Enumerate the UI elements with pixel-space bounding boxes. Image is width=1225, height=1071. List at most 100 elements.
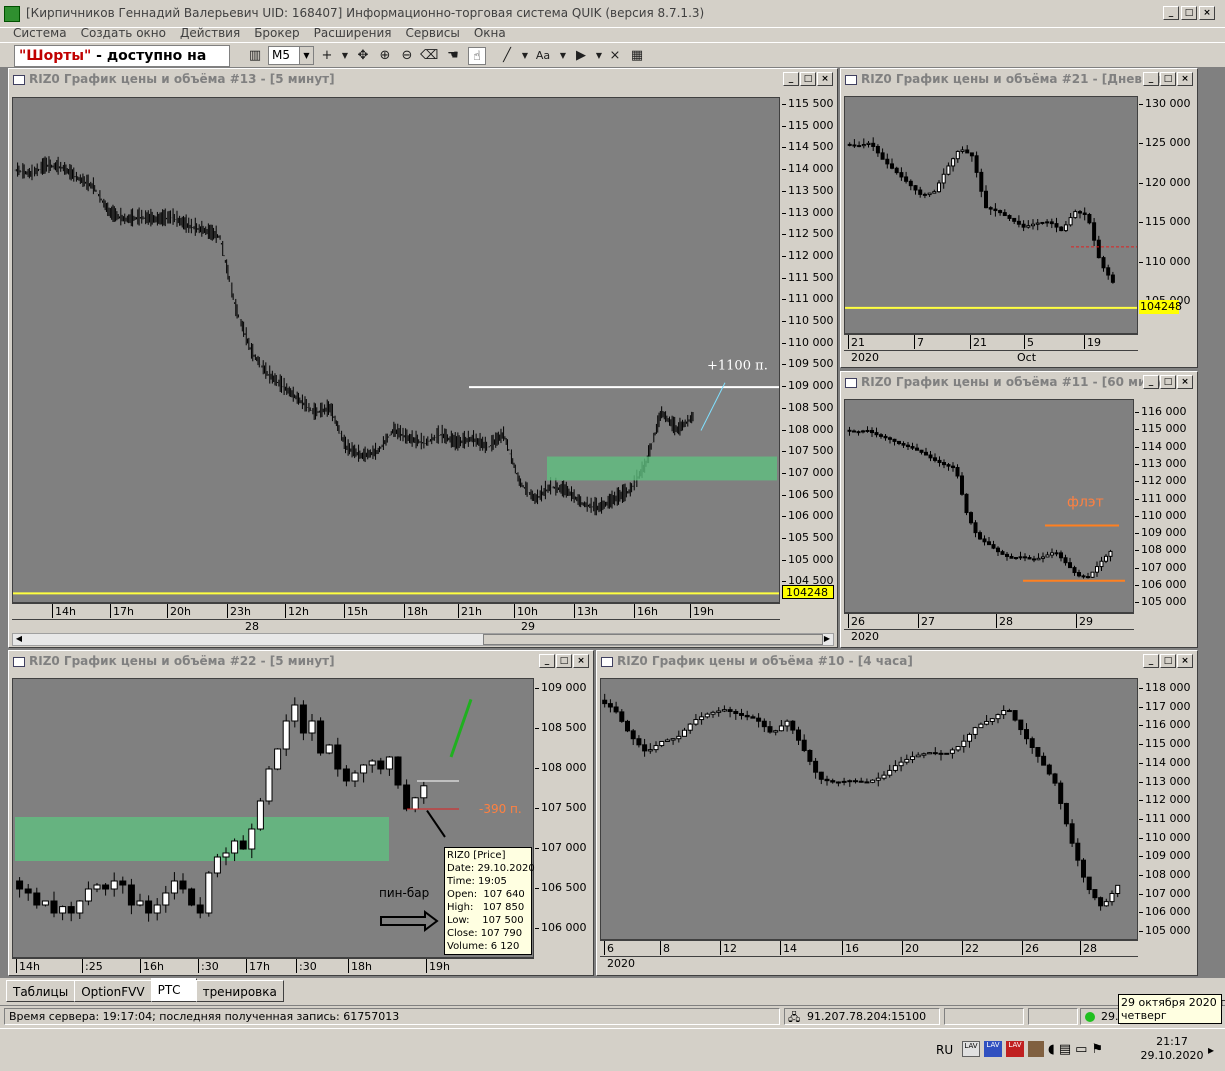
price-chart[interactable] — [600, 678, 1138, 940]
close-button[interactable]: × — [1177, 375, 1193, 389]
candle-tooltip: RIZ0 [Price] Date: 29.10.2020 Time: 19:05 O… — [444, 847, 535, 955]
language-indicator[interactable]: RU — [936, 1043, 953, 1057]
tab-training[interactable]: тренировка — [195, 980, 284, 1002]
flag-icon[interactable]: ⚑ — [1091, 1042, 1103, 1057]
close-button[interactable]: × — [1199, 6, 1215, 20]
y-tick-label: 105 000 — [788, 552, 834, 566]
y-tick-label: 110 000 — [1145, 254, 1191, 268]
hide-drawings-icon[interactable]: ⨯ — [606, 47, 624, 65]
candle-body — [299, 704, 307, 734]
candle-body — [955, 746, 961, 751]
y-tick-mark — [1135, 498, 1139, 500]
candle-body — [1058, 782, 1064, 804]
y-tick-label: 115 000 — [1145, 737, 1191, 751]
display-icon[interactable]: ▭ — [1075, 1042, 1087, 1057]
lav-icon[interactable]: LAV — [1006, 1041, 1024, 1057]
close-button[interactable]: × — [573, 654, 589, 668]
scroll-thumb[interactable] — [483, 634, 823, 645]
maximize-button[interactable]: □ — [1160, 654, 1176, 668]
clock-time: 21:17 — [1156, 1035, 1188, 1048]
menu-system[interactable]: Система — [6, 24, 74, 42]
menu-services[interactable]: Сервисы — [399, 24, 467, 42]
timeframe-select[interactable]: M5 ▼ — [268, 46, 314, 65]
chart-window-icon — [845, 378, 857, 388]
candle-body — [613, 706, 619, 713]
lav-icon[interactable]: LAV — [984, 1041, 1002, 1057]
minimize-button[interactable]: _ — [783, 72, 799, 86]
price-chart[interactable]: +1100 п. — [12, 97, 780, 603]
y-tick-mark — [1139, 182, 1143, 184]
network-icon[interactable]: ▤ — [1059, 1042, 1071, 1057]
candle-body — [901, 443, 906, 446]
y-tick-label: 109 000 — [1145, 849, 1191, 863]
text-tool-icon[interactable]: Aa — [534, 47, 552, 65]
x-tick-mark — [285, 604, 286, 618]
close-button[interactable]: × — [817, 72, 833, 86]
lav-icon[interactable]: LAV — [962, 1041, 980, 1057]
crosshair-icon[interactable]: + — [318, 47, 336, 65]
candle-body — [982, 538, 987, 543]
menu-windows[interactable]: Окна — [467, 24, 513, 42]
candle-body — [875, 145, 880, 154]
package-icon[interactable] — [1028, 1041, 1044, 1057]
y-tick-mark — [535, 688, 539, 689]
menu-broker[interactable]: Брокер — [247, 24, 306, 42]
maximize-button[interactable]: □ — [556, 654, 572, 668]
pointer-hand-icon[interactable]: ☝ — [468, 47, 486, 65]
price-chart-svg[interactable]: флэт — [845, 400, 1133, 612]
candle-body — [888, 437, 892, 440]
minimize-button[interactable]: _ — [1143, 72, 1159, 86]
price-chart-svg[interactable] — [601, 679, 1137, 939]
line-tool-icon[interactable]: ╱ — [498, 47, 516, 65]
maximize-button[interactable]: □ — [800, 72, 816, 86]
zoom-in-icon[interactable]: ⊕ — [376, 47, 394, 65]
minimize-button[interactable]: _ — [1163, 6, 1179, 20]
menu-create-window[interactable]: Создать окно — [74, 24, 173, 42]
shorts-button[interactable]: "Шорты" - доступно на СПБ — [14, 45, 230, 84]
tab-tables[interactable]: Таблицы — [6, 980, 76, 1002]
chevron-down-icon[interactable]: ▼ — [336, 47, 354, 65]
minimize-button[interactable]: _ — [1143, 654, 1159, 668]
minimize-button[interactable]: _ — [1143, 375, 1159, 389]
y-tick-mark — [535, 848, 539, 849]
taskbar-clock[interactable]: 21:17 29.10.2020 — [1140, 1035, 1204, 1063]
candle-body — [265, 768, 273, 802]
close-button[interactable]: × — [1177, 654, 1193, 668]
price-chart[interactable] — [844, 96, 1138, 334]
horizontal-scrollbar[interactable]: ◀ ▶ — [12, 633, 834, 646]
scroll-left-icon[interactable]: ◀ — [13, 634, 25, 645]
scroll-right-icon[interactable]: ▶ — [821, 634, 833, 645]
eraser-icon[interactable]: ⌫ — [420, 47, 438, 65]
y-tick-mark — [1139, 781, 1143, 783]
menu-actions[interactable]: Действия — [173, 24, 247, 42]
delete-drawings-icon[interactable]: ▦ — [628, 47, 646, 65]
move-icon[interactable]: ✥ — [354, 47, 372, 65]
candle-body — [852, 144, 857, 147]
zoom-out-icon[interactable]: ⊖ — [398, 47, 416, 65]
volume-icon[interactable]: ◖ — [1048, 1042, 1055, 1057]
maximize-button[interactable]: □ — [1160, 375, 1176, 389]
close-button[interactable]: × — [1177, 72, 1193, 86]
hand-icon[interactable]: ☚ — [444, 47, 462, 65]
chevron-down-icon[interactable]: ▼ — [516, 47, 534, 65]
maximize-button[interactable]: □ — [1160, 72, 1176, 86]
candle-body — [871, 142, 876, 147]
chevron-down-icon[interactable]: ▼ — [554, 47, 572, 65]
candle-body — [1063, 802, 1069, 825]
candle-body — [946, 165, 951, 175]
app-title: [Кирпичников Геннадий Валерьевич UID: 16… — [26, 6, 705, 20]
y-axis: 109 000 108 500 108 000 107 500 107 000 106 5… — [535, 678, 591, 958]
candle-body — [988, 207, 993, 210]
minimize-button[interactable]: _ — [539, 654, 555, 668]
marker-icon[interactable]: ▶ — [572, 47, 590, 65]
price-chart[interactable]: флэт — [844, 399, 1134, 613]
show-desktop-icon[interactable]: ▸ — [1208, 1043, 1214, 1057]
chart-icon[interactable]: ▥ — [246, 47, 264, 65]
tab-optionfvv[interactable]: OptionFVV — [74, 980, 152, 1002]
price-chart-svg[interactable]: +1100 п. — [13, 98, 779, 602]
candle-body — [951, 465, 955, 469]
menu-extensions[interactable]: Расширения — [307, 24, 399, 42]
maximize-button[interactable]: □ — [1181, 6, 1197, 20]
price-chart-svg[interactable] — [845, 97, 1137, 333]
tab-rts[interactable]: РТС — [150, 978, 197, 1002]
